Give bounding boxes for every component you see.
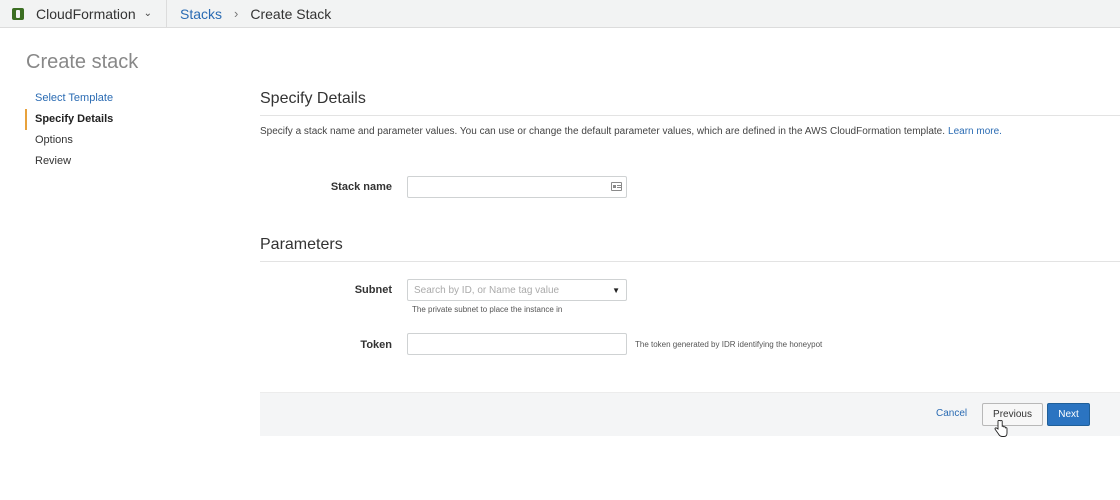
id-card-icon xyxy=(611,182,622,191)
learn-more-link[interactable]: Learn more. xyxy=(948,126,1002,137)
service-menu[interactable]: CloudFormation ⌄ xyxy=(0,0,167,28)
token-input[interactable] xyxy=(407,333,627,355)
cancel-button[interactable]: Cancel xyxy=(936,408,967,419)
breadcrumb-stacks[interactable]: Stacks xyxy=(180,6,222,22)
wizard-step-options: Options xyxy=(35,134,73,146)
stack-name-input[interactable] xyxy=(407,176,627,198)
wizard-step-select-template[interactable]: Select Template xyxy=(25,88,225,109)
token-label: Token xyxy=(360,339,392,351)
service-name: CloudFormation xyxy=(36,5,136,22)
wizard-step-specify-details: Specify Details xyxy=(25,109,225,130)
wizard-steps: Select Template Specify Details Options … xyxy=(25,88,225,172)
subnet-placeholder: Search by ID, or Name tag value xyxy=(414,284,560,296)
subnet-label: Subnet xyxy=(354,284,392,296)
next-button[interactable]: Next xyxy=(1047,403,1090,426)
caret-down-icon: ▼ xyxy=(612,285,620,295)
section-divider xyxy=(260,115,1120,116)
top-nav-bar: CloudFormation ⌄ Stacks › Create Stack xyxy=(0,0,1120,28)
hand-cursor-icon xyxy=(994,420,1008,437)
token-hint: The token generated by IDR identifying t… xyxy=(635,340,823,349)
breadcrumb-current: Create Stack xyxy=(250,5,332,22)
cloudformation-logo-icon xyxy=(12,7,24,20)
details-description-text: Specify a stack name and parameter value… xyxy=(260,126,946,137)
specify-details-heading: Specify Details xyxy=(260,90,366,107)
chevron-down-icon: ⌄ xyxy=(143,8,152,19)
wizard-step-review: Review xyxy=(35,155,72,167)
details-description: Specify a stack name and parameter value… xyxy=(260,126,1002,137)
previous-button[interactable]: Previous xyxy=(982,403,1043,426)
breadcrumb-separator: › xyxy=(234,6,239,21)
subnet-hint: The private subnet to place the instance… xyxy=(412,305,563,314)
stack-name-label: Stack name xyxy=(330,181,392,193)
breadcrumb: Stacks › Create Stack xyxy=(167,6,331,22)
section-divider xyxy=(260,261,1120,262)
page-title: Create stack xyxy=(26,51,139,73)
parameters-heading: Parameters xyxy=(260,236,343,253)
subnet-select[interactable]: Search by ID, or Name tag value ▼ xyxy=(407,279,627,301)
